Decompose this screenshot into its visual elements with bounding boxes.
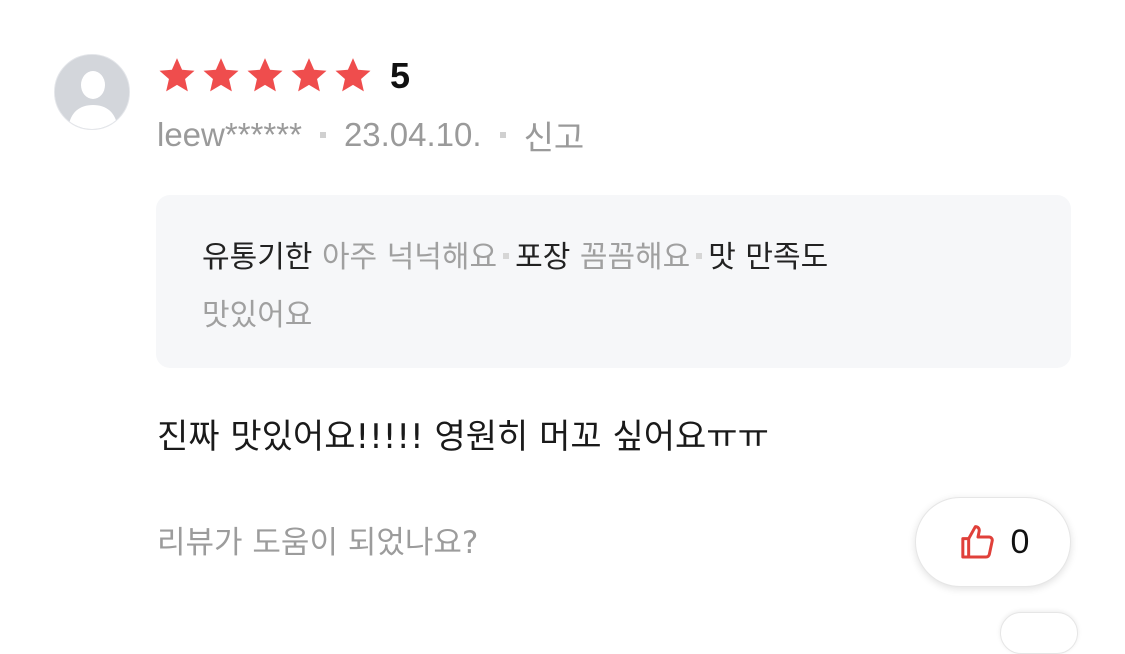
meta-separator (499, 132, 506, 138)
review-body-text: 진짜 맛있어요!!!!! 영원히 머꼬 싶어요ㅠㅠ (157, 417, 769, 457)
tag-separator (503, 252, 510, 259)
rating-value: 5 (390, 55, 411, 96)
like-button[interactable]: 0 (915, 497, 1071, 587)
tag-key: 맛 만족도 (708, 240, 829, 275)
star-rating (156, 55, 374, 97)
review-card: 5 leew****** 23.04.10. 신고 유통기한 아주 넉넉해요 포장… (0, 0, 1125, 654)
star-icon (332, 55, 374, 97)
default-user-avatar-icon (55, 55, 129, 129)
star-icon (156, 55, 198, 97)
next-control[interactable] (1000, 612, 1078, 654)
meta-separator (319, 132, 326, 138)
rating-row: 5 (156, 52, 410, 100)
star-icon (200, 55, 242, 97)
like-count: 0 (1010, 522, 1030, 561)
review-tags-box: 유통기한 아주 넉넉해요 포장 꼼꼼해요 맛 만족도 맛있어요 (156, 195, 1071, 368)
avatar (54, 54, 130, 130)
tag-key: 포장 (515, 240, 571, 275)
star-icon (288, 55, 330, 97)
tag-value: 아주 넉넉해요 (321, 240, 498, 275)
tag-key: 유통기한 (202, 240, 313, 275)
author-username: leew****** (157, 116, 302, 153)
star-icon (244, 55, 286, 97)
review-meta: leew****** 23.04.10. 신고 (157, 112, 584, 158)
tag-separator (696, 252, 703, 259)
thumbs-up-icon (960, 525, 994, 559)
tag-value: 맛있어요 (202, 298, 313, 333)
review-date: 23.04.10. (343, 116, 482, 153)
report-link[interactable]: 신고 (524, 111, 585, 159)
review-tags: 유통기한 아주 넉넉해요 포장 꼼꼼해요 맛 만족도 맛있어요 (202, 229, 842, 345)
tag-value: 꼼꼼해요 (579, 240, 691, 275)
helpful-question: 리뷰가 도움이 되었나요? (157, 525, 479, 561)
